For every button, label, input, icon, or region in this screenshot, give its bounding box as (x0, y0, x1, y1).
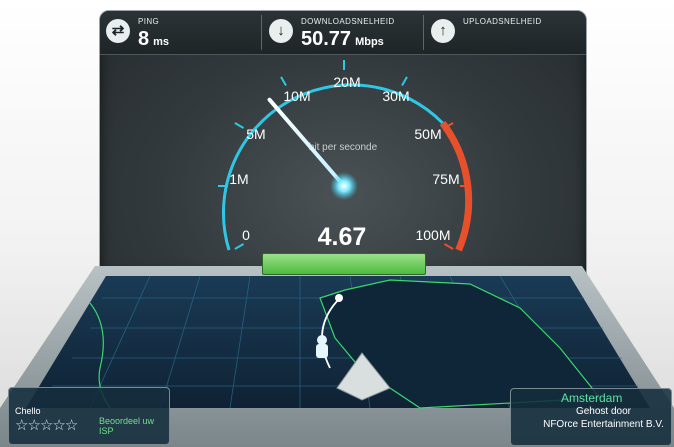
gauge-tick (401, 76, 408, 87)
star-icon[interactable]: ☆ (65, 417, 78, 434)
gauge-tick-label: 75M (432, 171, 459, 187)
isp-panel: Chello ☆☆☆☆☆ Beoordeel uw ISP (8, 387, 170, 445)
star-icon[interactable]: ☆ (40, 417, 53, 434)
gauge-tick-label: 5M (246, 126, 265, 142)
gauge-tick-label: 0 (242, 227, 250, 243)
isp-name: Chello (15, 406, 41, 416)
gauge-tick-label: 100M (415, 227, 450, 243)
unit-label: bit per seconde (309, 142, 378, 153)
rating-stars[interactable]: ☆☆☆☆☆ (15, 416, 78, 434)
gauge-tick-label: 30M (382, 88, 409, 104)
star-icon[interactable]: ☆ (27, 417, 40, 434)
gauge-tick (280, 76, 287, 87)
server-host: Gehost door NFOrce Entertainment B.V. (543, 406, 664, 430)
server-panel: Amsterdam Gehost door NFOrce Entertainme… (510, 388, 672, 446)
gauge-tick-labels: 0 1M 5M 10M 20M 30M 50M 75M 100M (229, 74, 459, 243)
star-icon[interactable]: ☆ (52, 417, 65, 434)
gauge-tick-label: 10M (283, 88, 310, 104)
gauge-tick-label: 20M (333, 74, 360, 90)
gauge-tick (234, 243, 245, 250)
current-speed-value: 4.67 (318, 223, 367, 251)
needle-hub (330, 172, 358, 200)
gauge-tick-label: 1M (229, 171, 248, 187)
gauge-tick-label: 50M (414, 126, 441, 142)
gauge-tick (234, 122, 245, 129)
progress-bar (262, 253, 426, 275)
user-marker-icon (317, 335, 327, 345)
server-city: Amsterdam (561, 391, 623, 405)
rate-isp-label[interactable]: Beoordeel uw ISP (99, 416, 169, 436)
gauge-tick (443, 243, 454, 250)
star-icon[interactable]: ☆ (15, 417, 28, 434)
